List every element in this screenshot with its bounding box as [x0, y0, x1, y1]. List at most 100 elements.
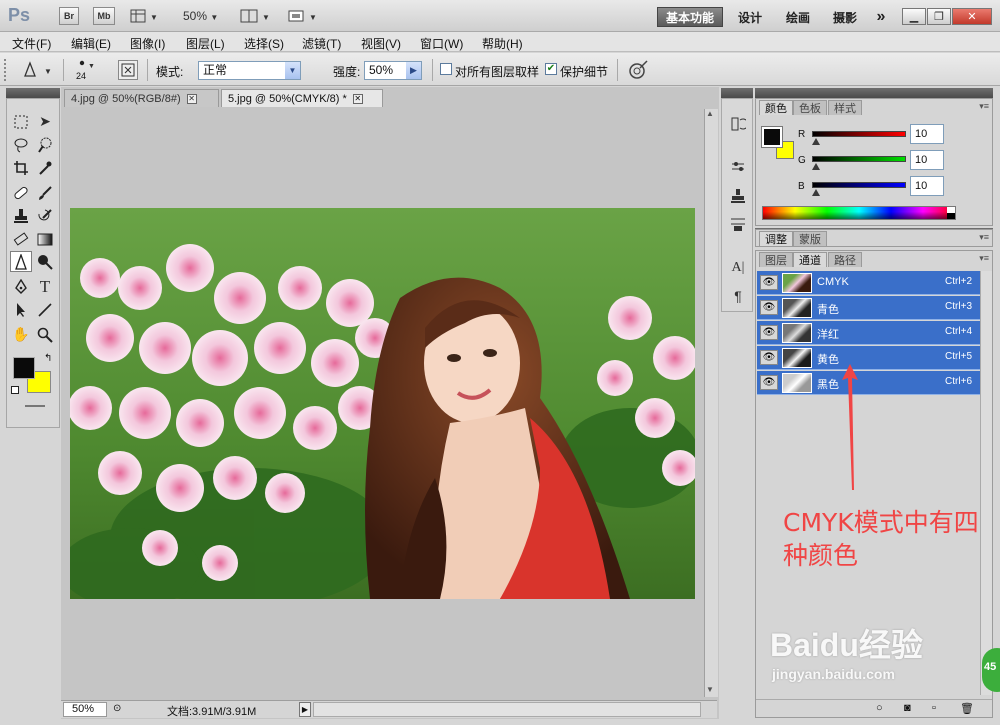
workspace-essentials[interactable]: 基本功能: [657, 7, 723, 27]
view-extras-button[interactable]: ▼: [130, 9, 160, 23]
black-swatch[interactable]: [947, 213, 955, 219]
blue-slider[interactable]: [812, 182, 906, 188]
close-window-button[interactable]: ✕: [952, 8, 992, 25]
vertical-scrollbar[interactable]: ▲ ▼: [704, 109, 718, 697]
tool-preset-picker[interactable]: ▼: [20, 61, 56, 79]
status-menu-arrow[interactable]: ▶: [299, 702, 311, 717]
mini-bridge-button[interactable]: Mb: [93, 7, 115, 25]
tab-channels[interactable]: 通道: [793, 252, 827, 267]
strength-input[interactable]: 50% ▶: [364, 61, 422, 80]
trash-icon[interactable]: 🗑: [960, 702, 974, 715]
load-selection-icon[interactable]: ○: [876, 702, 883, 714]
menu-file[interactable]: 文件(F): [12, 35, 51, 52]
green-slider-thumb[interactable]: [812, 163, 820, 170]
panel-menu-icon[interactable]: ▾≡: [979, 232, 989, 243]
menu-edit[interactable]: 编辑(E): [71, 35, 111, 52]
green-value-input[interactable]: 10: [910, 150, 944, 170]
options-grip[interactable]: [4, 59, 8, 81]
marquee-tool[interactable]: [10, 111, 32, 132]
brush-preset-picker[interactable]: ▼ 24: [72, 57, 108, 83]
more-workspaces-button[interactable]: »: [870, 7, 892, 27]
tab-masks[interactable]: 蒙版: [793, 231, 827, 246]
eyedropper-tool[interactable]: [34, 157, 56, 178]
tab-color[interactable]: 颜色: [759, 100, 793, 115]
menu-window[interactable]: 窗口(W): [420, 35, 463, 52]
sharpen-tool[interactable]: [10, 251, 32, 272]
tab-adjustments[interactable]: 调整: [759, 231, 793, 246]
red-slider-thumb[interactable]: [812, 138, 820, 145]
color-spectrum-bar[interactable]: [762, 206, 956, 220]
panel-menu-icon[interactable]: ▾≡: [979, 253, 989, 264]
status-zoom-input[interactable]: 50%: [63, 702, 107, 717]
tab-layers[interactable]: 图层: [759, 252, 793, 267]
red-value-input[interactable]: 10: [910, 124, 944, 144]
channel-row-black[interactable]: 👁 黑色 Ctrl+6: [757, 371, 980, 395]
menu-select[interactable]: 选择(S): [244, 35, 284, 52]
eye-icon[interactable]: 👁: [760, 375, 778, 390]
icon-dock-header[interactable]: [721, 88, 753, 98]
character-panel-button[interactable]: A|: [727, 257, 749, 279]
quick-selection-tool[interactable]: [34, 134, 56, 155]
toolbox-header[interactable]: [6, 88, 60, 98]
eye-icon[interactable]: 👁: [760, 275, 778, 290]
channel-row-cmyk[interactable]: 👁 CMYK Ctrl+2: [757, 271, 980, 295]
tab-paths[interactable]: 路径: [828, 252, 862, 267]
brush-panel-button[interactable]: [727, 155, 749, 177]
scroll-down-icon[interactable]: ▼: [706, 685, 714, 694]
type-tool[interactable]: T: [34, 276, 56, 297]
brush-tool[interactable]: [34, 182, 56, 203]
sample-all-layers-checkbox[interactable]: [440, 63, 452, 75]
green-slider[interactable]: [812, 156, 906, 162]
close-tab-icon[interactable]: ✕: [186, 93, 197, 104]
move-tool[interactable]: ➤: [34, 111, 56, 132]
red-slider[interactable]: [812, 131, 906, 137]
document-canvas-image[interactable]: [70, 208, 695, 599]
eye-icon[interactable]: 👁: [760, 325, 778, 340]
foreground-color-swatch[interactable]: [761, 126, 783, 148]
blue-slider-thumb[interactable]: [812, 189, 820, 196]
restore-button[interactable]: ❐: [927, 8, 951, 25]
clone-source-panel-button[interactable]: [727, 185, 749, 207]
eye-icon[interactable]: 👁: [760, 300, 778, 315]
channel-row-cyan[interactable]: 👁 青色 Ctrl+3: [757, 296, 980, 320]
tab-styles[interactable]: 样式: [828, 100, 862, 115]
screen-mode-button[interactable]: ▼: [287, 9, 319, 23]
doc-tab-5jpg[interactable]: 5.jpg @ 50%(CMYK/8) * ✕: [221, 89, 383, 107]
tool-presets-panel-button[interactable]: [727, 213, 749, 235]
menu-image[interactable]: 图像(I): [130, 35, 165, 52]
history-panel-button[interactable]: [727, 113, 749, 135]
line-tool[interactable]: [34, 299, 56, 320]
eraser-tool[interactable]: [10, 228, 32, 249]
arrange-documents-button[interactable]: ▼: [240, 9, 272, 23]
dodge-tool[interactable]: [34, 251, 56, 272]
channel-row-magenta[interactable]: 👁 洋红 Ctrl+4: [757, 321, 980, 345]
scroll-up-icon[interactable]: ▲: [706, 109, 714, 118]
foreground-color-swatch-front[interactable]: [13, 357, 35, 379]
status-info-icon[interactable]: ⊙: [113, 703, 121, 714]
menu-help[interactable]: 帮助(H): [482, 35, 523, 52]
history-brush-tool[interactable]: [34, 205, 56, 226]
zoom-tool[interactable]: [34, 324, 56, 345]
menu-filter[interactable]: 滤镜(T): [302, 35, 341, 52]
new-channel-icon[interactable]: ▫: [932, 702, 936, 714]
workspace-photography[interactable]: 摄影: [827, 7, 863, 27]
menu-view[interactable]: 视图(V): [361, 35, 401, 52]
eye-icon[interactable]: 👁: [760, 350, 778, 365]
floating-badge[interactable]: 45: [982, 648, 1000, 692]
pressure-button[interactable]: [627, 60, 649, 80]
clone-stamp-tool[interactable]: [10, 205, 32, 226]
doc-tab-4jpg[interactable]: 4.jpg @ 50%(RGB/8#) ✕: [64, 89, 219, 107]
channel-row-yellow[interactable]: 👁 黄色 Ctrl+5: [757, 346, 980, 370]
close-tab-icon[interactable]: ✕: [352, 93, 363, 104]
hand-tool[interactable]: ✋: [10, 324, 32, 345]
horizontal-scrollbar[interactable]: [313, 702, 701, 717]
path-selection-tool[interactable]: [10, 299, 32, 320]
swap-colors-icon[interactable]: ↰: [44, 353, 52, 364]
panel-dock-header[interactable]: [755, 88, 993, 98]
paragraph-panel-button[interactable]: ¶: [727, 285, 749, 307]
panel-menu-icon[interactable]: ▾≡: [979, 101, 989, 112]
crop-tool[interactable]: [10, 157, 32, 178]
gradient-tool[interactable]: [34, 228, 56, 249]
pen-tool[interactable]: [10, 276, 32, 297]
save-selection-icon[interactable]: ◙: [904, 702, 911, 714]
